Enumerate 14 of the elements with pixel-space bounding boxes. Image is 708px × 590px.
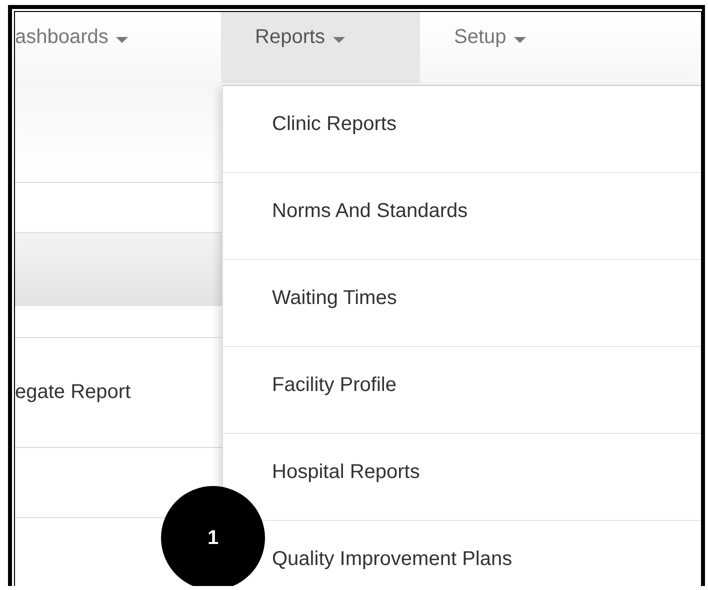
caret-icon [514,37,526,43]
dropdown-item[interactable]: Hospital Reports [272,460,420,484]
caret-icon [333,37,346,43]
step-badge: 1 [161,486,265,586]
dropdown-item[interactable]: Norms And Standards [272,200,468,222]
nav-menu-item[interactable]: ashboards [15,12,221,83]
dropdown-item[interactable]: Quality Improvement Plans [272,548,512,570]
report-link[interactable]: egate Report [15,381,131,404]
dropdown-item[interactable]: Clinic Reports [272,112,396,136]
caret-icon [116,37,128,43]
nav-menu-item[interactable]: Reports [221,12,420,83]
dropdown-item[interactable]: Waiting Times [272,286,397,310]
nav-menu-item[interactable]: Setup [420,12,560,83]
dropdown-item[interactable]: Facility Profile [272,374,396,396]
